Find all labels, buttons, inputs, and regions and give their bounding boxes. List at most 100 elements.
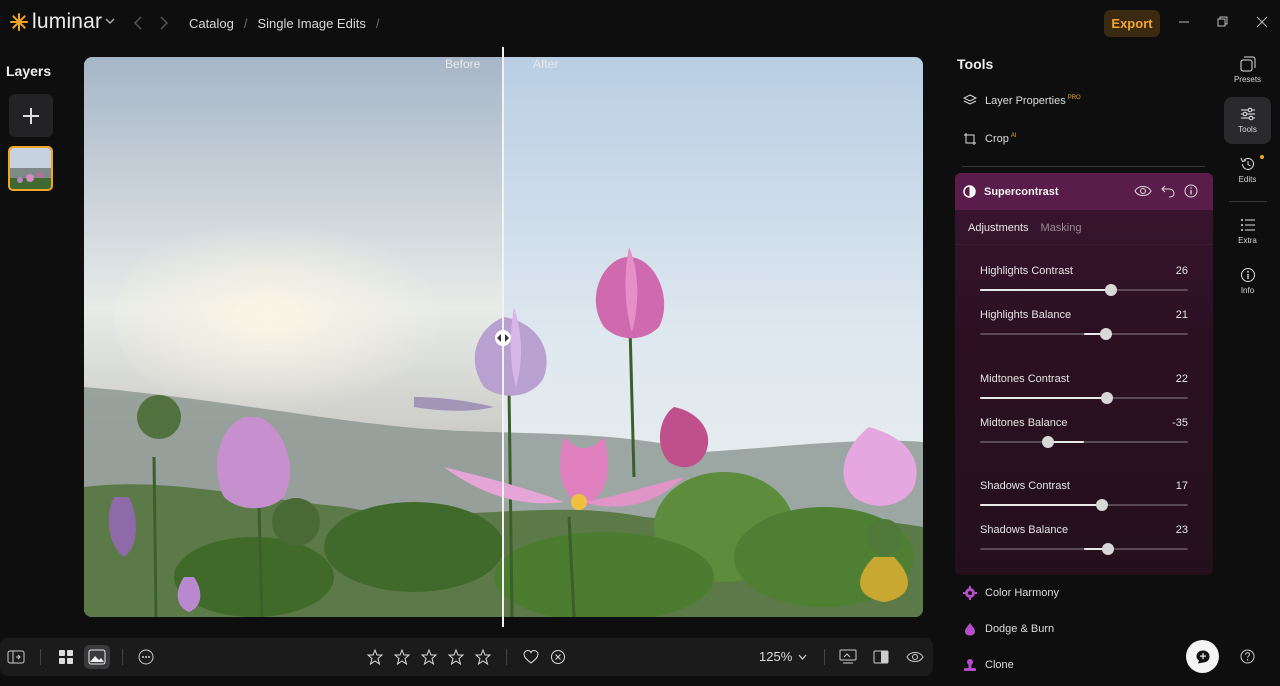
add-layer-button[interactable] <box>9 94 53 137</box>
undo-icon[interactable] <box>1161 184 1175 198</box>
supercontrast-tabs: Adjustments Masking <box>968 222 1082 234</box>
compare-split-button[interactable] <box>838 647 858 667</box>
slider-thumb[interactable] <box>1099 328 1112 340</box>
minimize-icon[interactable] <box>1176 14 1192 30</box>
breadcrumb-single-image-edits[interactable]: Single Image Edits <box>257 16 365 31</box>
crop-icon <box>964 133 976 145</box>
rail-label: Presets <box>1233 75 1262 84</box>
tool-dodge-burn[interactable]: Dodge & Burn <box>963 622 1054 636</box>
contrast-icon <box>963 185 976 198</box>
slider-thumb[interactable] <box>1095 499 1108 511</box>
single-view-button[interactable] <box>87 647 107 667</box>
rail-extra[interactable]: Extra <box>1224 217 1271 245</box>
breadcrumb-catalog[interactable]: Catalog <box>189 16 234 31</box>
layers-icon <box>963 94 977 105</box>
favorite-button[interactable] <box>521 647 541 667</box>
tab-masking[interactable]: Masking <box>1041 222 1082 234</box>
tool-layer-properties[interactable]: Layer Properties PRO <box>963 94 1081 108</box>
sliders-icon <box>1240 107 1255 121</box>
reject-button[interactable] <box>548 647 568 667</box>
close-icon[interactable] <box>1254 14 1270 30</box>
star-rating-4[interactable] <box>446 647 466 667</box>
slider-value[interactable]: 22 <box>1176 373 1188 385</box>
rail-edits[interactable]: Edits <box>1224 156 1271 184</box>
slider-value[interactable]: -35 <box>1172 417 1188 429</box>
slider-label: Midtones Balance <box>980 417 1068 429</box>
rail-tools[interactable]: Tools <box>1224 106 1271 134</box>
slider-track[interactable] <box>980 328 1188 340</box>
rail-separator <box>1229 201 1267 202</box>
slider-thumb[interactable] <box>1041 436 1054 448</box>
star-icon <box>475 649 491 665</box>
toolbar-separator <box>506 649 507 665</box>
heart-icon <box>523 649 539 664</box>
toggle-sidebar-button[interactable] <box>6 647 26 667</box>
slider-label: Highlights Balance <box>980 309 1072 321</box>
app-name: luminar <box>32 10 103 33</box>
slider-thumb[interactable] <box>1105 284 1118 296</box>
star-icon <box>394 649 410 665</box>
tool-crop[interactable]: Crop AI <box>963 132 1017 146</box>
export-button[interactable]: Export <box>1104 10 1160 37</box>
layer-thumbnail[interactable] <box>8 146 53 191</box>
slider-label: Midtones Contrast <box>980 373 1070 385</box>
presets-icon <box>1240 56 1255 72</box>
reject-x-icon <box>551 650 565 664</box>
zoom-dropdown[interactable]: 125% <box>759 649 807 664</box>
visibility-eye-icon[interactable] <box>1134 184 1152 198</box>
luminar-logo[interactable]: luminar <box>10 10 102 34</box>
before-after-button[interactable] <box>871 647 891 667</box>
chevron-down-icon[interactable] <box>105 17 115 25</box>
slider-track[interactable] <box>980 499 1188 511</box>
info-icon[interactable] <box>1184 184 1198 198</box>
slider-fill <box>980 397 1107 399</box>
tools-separator <box>962 166 1205 167</box>
tool-clone[interactable]: Clone <box>963 658 1014 672</box>
star-rating-3[interactable] <box>419 647 439 667</box>
rail-info[interactable]: Info <box>1224 267 1271 295</box>
more-options-button[interactable] <box>136 647 156 667</box>
back-arrow-icon[interactable] <box>133 15 143 31</box>
history-icon <box>1240 157 1254 170</box>
slider-label: Highlights Contrast <box>980 265 1073 277</box>
grid-view-button[interactable] <box>56 647 76 667</box>
zoom-value: 125% <box>759 649 793 664</box>
list-icon <box>1240 219 1255 231</box>
divider-handle[interactable] <box>495 330 511 346</box>
slider-track[interactable] <box>980 392 1188 404</box>
image-icon <box>88 649 106 665</box>
star-rating-1[interactable] <box>365 647 385 667</box>
star-rating-5[interactable] <box>473 647 493 667</box>
tab-adjustments[interactable]: Adjustments <box>968 222 1029 234</box>
dodge-burn-icon <box>965 623 975 636</box>
compare-icon <box>839 649 857 664</box>
tool-label: Crop <box>985 133 1009 145</box>
color-harmony-icon <box>963 586 977 600</box>
slider-thumb[interactable] <box>1101 543 1114 555</box>
before-label: Before <box>445 57 481 71</box>
rail-presets[interactable]: Presets <box>1224 56 1271 84</box>
help-icon[interactable] <box>1240 649 1255 664</box>
grid-icon <box>59 650 73 664</box>
restore-icon[interactable] <box>1215 14 1231 30</box>
slider-track[interactable] <box>980 284 1188 296</box>
rail-label: Extra <box>1238 236 1257 245</box>
preview-eye-button[interactable] <box>905 647 925 667</box>
slider-value[interactable]: 17 <box>1176 480 1188 492</box>
rail-label: Tools <box>1238 125 1257 134</box>
slider-value[interactable]: 21 <box>1176 309 1188 321</box>
slider-value[interactable]: 26 <box>1176 265 1188 277</box>
more-dots-icon <box>138 649 154 665</box>
forward-arrow-icon[interactable] <box>159 15 169 31</box>
star-rating-2[interactable] <box>392 647 412 667</box>
slider-thumb[interactable] <box>1100 392 1113 404</box>
rail-label: Info <box>1240 286 1255 295</box>
toolbar-separator <box>824 649 825 665</box>
slider-value[interactable]: 23 <box>1176 524 1188 536</box>
tool-label: Layer Properties <box>985 95 1066 107</box>
slider-track[interactable] <box>980 543 1188 555</box>
tool-color-harmony[interactable]: Color Harmony <box>963 586 1059 600</box>
feedback-chat-button[interactable] <box>1186 640 1219 673</box>
toolbar-separator <box>122 649 123 665</box>
slider-track[interactable] <box>980 436 1188 448</box>
